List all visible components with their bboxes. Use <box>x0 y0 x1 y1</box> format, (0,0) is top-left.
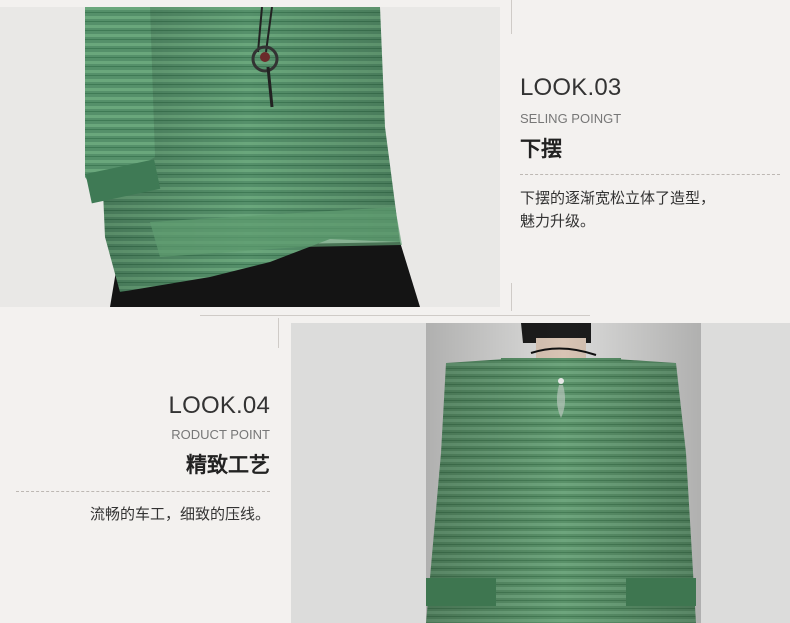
hem-detail-photo <box>0 7 500 307</box>
look03-description-line1: 下摆的逐渐宽松立体了造型， <box>520 189 716 207</box>
divider-line <box>511 283 512 311</box>
look04-description: 流畅的车工，细致的压线。 <box>89 505 270 523</box>
look03-description-line2: 魅力升级。 <box>520 212 596 230</box>
look03-dashed-divider <box>520 174 780 175</box>
divider-line <box>278 318 279 348</box>
divider-line <box>200 315 590 316</box>
look04-title: LOOK.04 <box>168 392 270 419</box>
look04-dashed-divider <box>16 491 270 492</box>
look03-subtitle: SELING POINGT <box>520 111 622 126</box>
look04-heading: 精致工艺 <box>186 453 270 477</box>
look04-subtitle: RODUCT POINT <box>171 427 270 442</box>
look03-heading: 下摆 <box>520 137 562 161</box>
back-detail-photo <box>291 323 790 623</box>
divider-line <box>511 0 512 34</box>
look03-title: LOOK.03 <box>520 74 622 101</box>
